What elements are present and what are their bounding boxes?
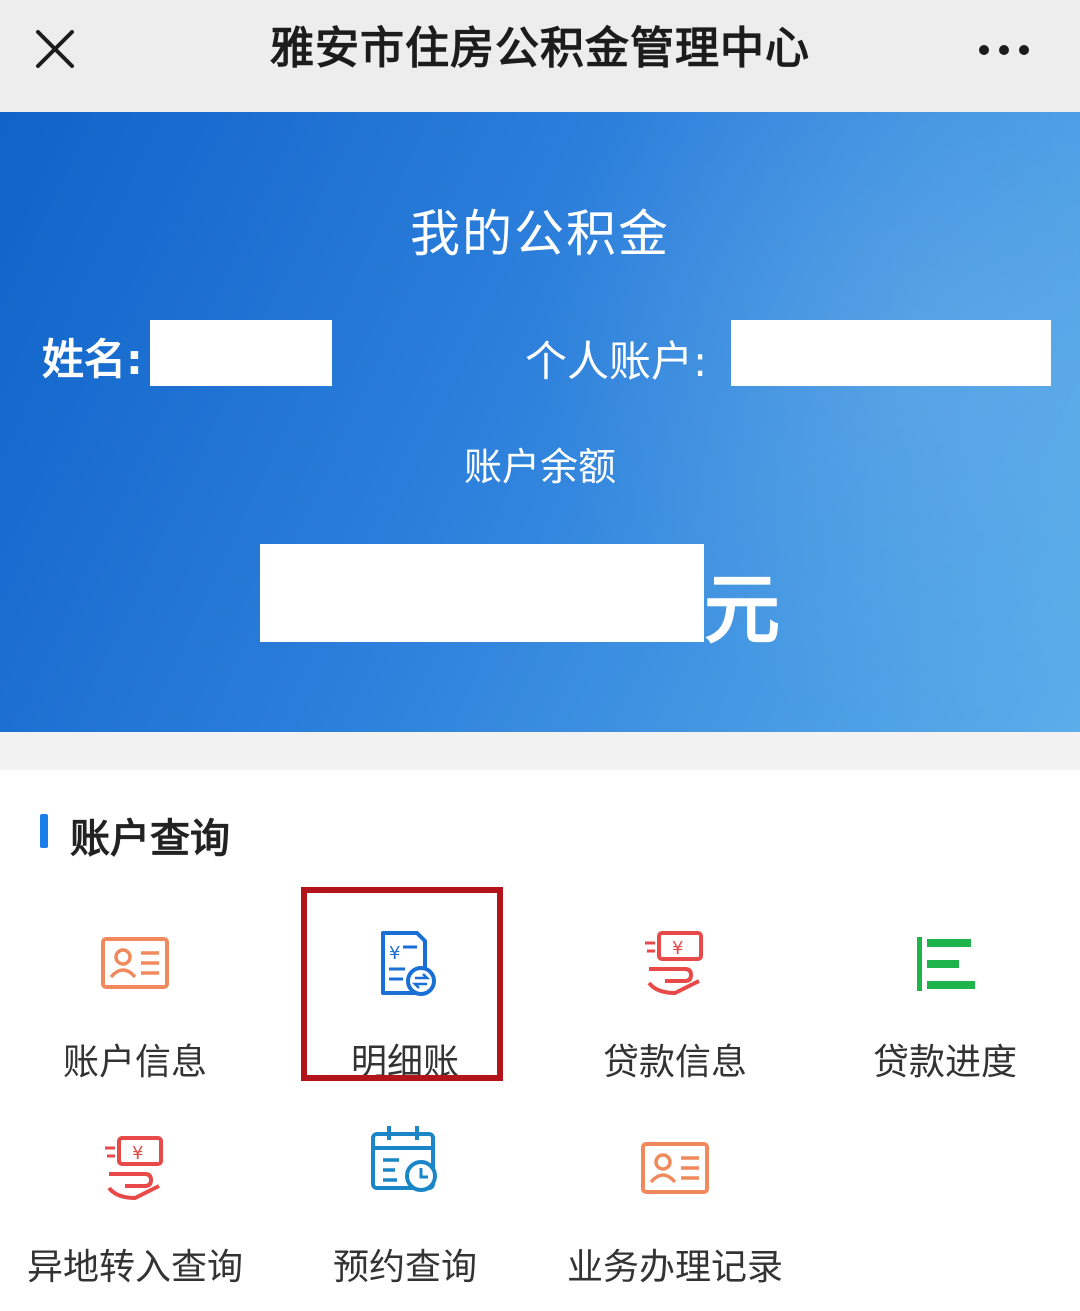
menu-item-ledger[interactable]: ¥ 明细账 (270, 925, 540, 1095)
menu-item-loan-progress[interactable]: 贷款进度 (810, 925, 1080, 1095)
menu-item-transfer-query[interactable]: ¥ 异地转入查询 (0, 1130, 270, 1300)
progress-bars-icon (905, 925, 985, 1005)
menu-item-label: 异地转入查询 (26, 1247, 243, 1288)
more-horizontal-icon[interactable] (972, 30, 1036, 70)
name-value-redacted (150, 320, 332, 386)
balance-unit: 元 (704, 565, 780, 654)
menu-item-label: 预约查询 (332, 1247, 477, 1288)
section-accent-bar (40, 814, 48, 848)
page: 雅安市住房公积金管理中心 我的公积金 姓名: 个人账户: 账户余额 元 账户查询 (0, 0, 1080, 1311)
section-title: 账户查询 (70, 816, 230, 862)
menu-item-appointment-query[interactable]: 预约查询 (270, 1120, 540, 1290)
menu-item-label: 业务办理记录 (566, 1247, 783, 1288)
ledger-icon: ¥ (365, 925, 445, 1005)
svg-text:¥: ¥ (389, 943, 400, 964)
calendar-clock-icon (365, 1120, 445, 1200)
account-value-redacted (731, 320, 1051, 386)
balance-banner: 我的公积金 姓名: 个人账户: 账户余额 元 (0, 112, 1080, 732)
balance-value-redacted (260, 544, 704, 642)
record-card-icon (635, 1130, 715, 1210)
balance-label: 账户余额 (463, 445, 616, 489)
menu-item-account-info[interactable]: 账户信息 (0, 925, 270, 1095)
menu-item-label: 贷款信息 (602, 1042, 747, 1083)
svg-text:¥: ¥ (132, 1143, 143, 1164)
menu-item-loan-info[interactable]: ¥ 贷款信息 (540, 925, 810, 1095)
svg-text:¥: ¥ (672, 938, 683, 959)
banner-title: 我的公积金 (410, 205, 670, 263)
account-query-card: 账户查询 账户信息 ¥ 明细账 ¥ 贷款信息 贷款进度 ¥ 异地转入查询 预约查… (0, 770, 1080, 1311)
page-title: 雅安市住房公积金管理中心 (270, 23, 810, 74)
name-label: 姓名: (42, 335, 143, 384)
menu-item-label: 明细账 (350, 1042, 459, 1083)
id-card-icon (95, 925, 175, 1005)
menu-item-label: 贷款进度 (872, 1042, 1017, 1083)
account-label: 个人账户: (525, 337, 708, 386)
menu-item-label: 账户信息 (62, 1042, 207, 1083)
transfer-hand-icon: ¥ (95, 1130, 175, 1210)
top-navbar: 雅安市住房公积金管理中心 (0, 0, 1080, 112)
loan-hand-icon: ¥ (635, 925, 715, 1005)
menu-item-business-record[interactable]: 业务办理记录 (540, 1130, 810, 1300)
